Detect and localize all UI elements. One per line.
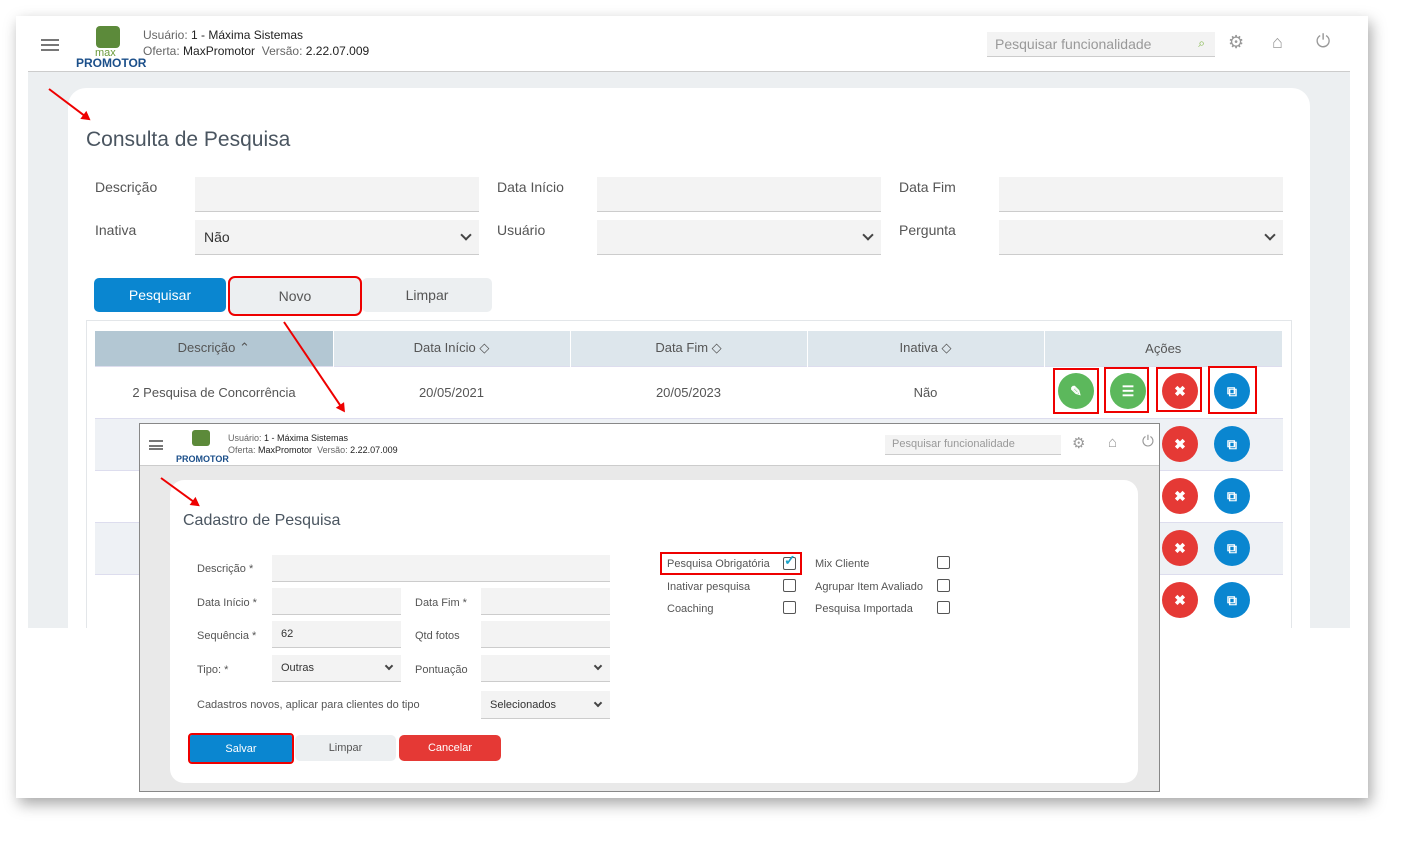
- page-title: Consulta de Pesquisa: [86, 128, 291, 151]
- coaching-label: Coaching: [667, 603, 714, 615]
- user-name: 1 - Máxima Sistemas: [191, 28, 304, 42]
- chevron-down-icon: [862, 229, 874, 241]
- mix-cliente-label: Mix Cliente: [815, 558, 870, 570]
- user-label: Usuário:: [143, 28, 188, 42]
- filter-inativa-select[interactable]: Não: [195, 220, 479, 255]
- inativar-pesquisa-checkbox[interactable]: [783, 579, 796, 592]
- cadastro-title: Cadastro de Pesquisa: [183, 512, 341, 529]
- data-fim-label: Data Fim *: [415, 597, 467, 609]
- home-icon[interactable]: ⌂: [1108, 434, 1117, 451]
- tipo-label: Tipo: *: [197, 664, 229, 676]
- pontuacao-label: Pontuação: [415, 664, 468, 676]
- logo-promotor: PROMOTOR: [176, 454, 229, 464]
- chevron-down-icon: [460, 229, 472, 241]
- settings-icon[interactable]: ⚙: [1228, 32, 1244, 53]
- data-inicio-input[interactable]: [272, 588, 401, 615]
- menu-icon[interactable]: [41, 39, 59, 51]
- pontuacao-select[interactable]: [481, 655, 610, 682]
- column-header-inativa[interactable]: Inativa ◇: [807, 331, 1045, 366]
- logo-icon: [96, 26, 120, 48]
- coaching-checkbox[interactable]: [783, 601, 796, 614]
- logo-promotor: PROMOTOR: [76, 56, 147, 70]
- cadastro-card: Cadastro de Pesquisa Descrição * Data In…: [170, 480, 1138, 783]
- power-icon[interactable]: ⏻: [1142, 433, 1154, 450]
- search-placeholder: Pesquisar funcionalidade: [995, 36, 1152, 52]
- filter-pergunta-select[interactable]: [999, 220, 1283, 255]
- cell-data-inicio: 20/05/2021: [333, 365, 570, 418]
- pesquisa-importada-label: Pesquisa Importada: [815, 603, 913, 615]
- salvar-button[interactable]: Salvar: [188, 733, 294, 764]
- copy-button[interactable]: ⧉: [1214, 582, 1250, 618]
- search-icon[interactable]: ⌕: [1198, 36, 1205, 51]
- pesquisa-importada-checkbox[interactable]: [937, 601, 950, 614]
- logo-icon: [192, 430, 210, 446]
- descricao-label: Descrição *: [197, 563, 254, 575]
- copy-button[interactable]: ⧉: [1214, 478, 1250, 514]
- filter-inativa-label: Inativa: [95, 222, 137, 238]
- filter-descricao-label: Descrição: [95, 179, 158, 195]
- offer-value: MaxPromotor: [183, 44, 256, 58]
- copy-button[interactable]: ⧉: [1214, 426, 1250, 462]
- data-fim-input[interactable]: [481, 588, 610, 615]
- inativa-value: Não: [204, 229, 230, 245]
- tipo-select[interactable]: Outras: [272, 655, 401, 682]
- cell-descricao: 2 Pesquisa de Concorrência: [95, 365, 333, 418]
- filter-pergunta-label: Pergunta: [899, 222, 956, 238]
- cell-data-fim: 20/05/2023: [570, 365, 807, 418]
- top-header: max PROMOTOR Usuário: 1 - Máxima Sistema…: [28, 18, 1350, 72]
- data-inicio-label: Data Início *: [197, 597, 257, 609]
- chevron-down-icon: [593, 698, 603, 707]
- filter-usuario-label: Usuário: [497, 222, 546, 238]
- delete-button[interactable]: ✖: [1162, 530, 1198, 566]
- agrupar-item-label: Agrupar Item Avaliado: [815, 581, 924, 593]
- chevron-down-icon: [384, 661, 394, 671]
- agrupar-item-checkbox[interactable]: [937, 579, 950, 592]
- cancelar-button[interactable]: Cancelar: [399, 735, 501, 761]
- column-header-data-fim[interactable]: Data Fim ◇: [570, 331, 808, 366]
- filter-descricao-input[interactable]: [195, 177, 479, 212]
- inner-header: PROMOTOR Usuário: 1 - Máxima Sistemas Of…: [140, 424, 1159, 466]
- delete-button[interactable]: ✖: [1162, 426, 1198, 462]
- filter-data-fim-label: Data Fim: [899, 179, 956, 195]
- chevron-down-icon: [1264, 229, 1276, 241]
- cell-inativa: Não: [807, 365, 1044, 418]
- column-header-data-inicio[interactable]: Data Início ◇: [333, 331, 571, 366]
- copy-button[interactable]: ⧉: [1214, 530, 1250, 566]
- mix-cliente-checkbox[interactable]: [937, 556, 950, 569]
- filter-data-inicio-input[interactable]: [597, 177, 881, 212]
- delete-button[interactable]: ✖: [1162, 582, 1198, 618]
- menu-icon[interactable]: [149, 440, 163, 450]
- sequencia-input[interactable]: 62: [272, 621, 401, 648]
- version-value: 2.22.07.009: [305, 44, 370, 58]
- feature-search-input[interactable]: Pesquisar funcionalidade ⌕: [987, 32, 1215, 57]
- chevron-down-icon: [593, 661, 603, 671]
- limpar-button[interactable]: Limpar: [295, 735, 396, 761]
- column-header-acoes: Ações: [1044, 331, 1283, 366]
- home-icon[interactable]: ⌂: [1272, 32, 1283, 53]
- settings-icon[interactable]: ⚙: [1072, 434, 1085, 452]
- offer-label: Oferta:: [143, 44, 180, 58]
- filter-usuario-select[interactable]: [597, 220, 881, 255]
- qtd-fotos-label: Qtd fotos: [415, 630, 460, 642]
- descricao-input[interactable]: [272, 555, 610, 582]
- cadastros-select[interactable]: Selecionados: [481, 691, 610, 719]
- column-header-descricao[interactable]: Descrição ⌃: [95, 331, 334, 366]
- filter-data-fim-input[interactable]: [999, 177, 1283, 212]
- version-label: Versão:: [261, 44, 303, 58]
- cadastro-window: PROMOTOR Usuário: 1 - Máxima Sistemas Of…: [139, 423, 1160, 792]
- delete-button[interactable]: ✖: [1162, 478, 1198, 514]
- sequencia-label: Sequência *: [197, 630, 257, 642]
- novo-button[interactable]: Novo: [228, 276, 362, 316]
- limpar-button[interactable]: Limpar: [362, 278, 492, 312]
- filter-data-inicio-label: Data Início: [497, 179, 564, 195]
- qtd-fotos-input[interactable]: [481, 621, 610, 648]
- cadastros-label: Cadastros novos, aplicar para clientes d…: [197, 699, 420, 711]
- power-icon[interactable]: ⏻: [1316, 31, 1330, 52]
- pesquisar-button[interactable]: Pesquisar: [94, 278, 226, 312]
- inativar-pesquisa-label: Inativar pesquisa: [667, 581, 751, 593]
- feature-search-input[interactable]: Pesquisar funcionalidade: [885, 435, 1061, 455]
